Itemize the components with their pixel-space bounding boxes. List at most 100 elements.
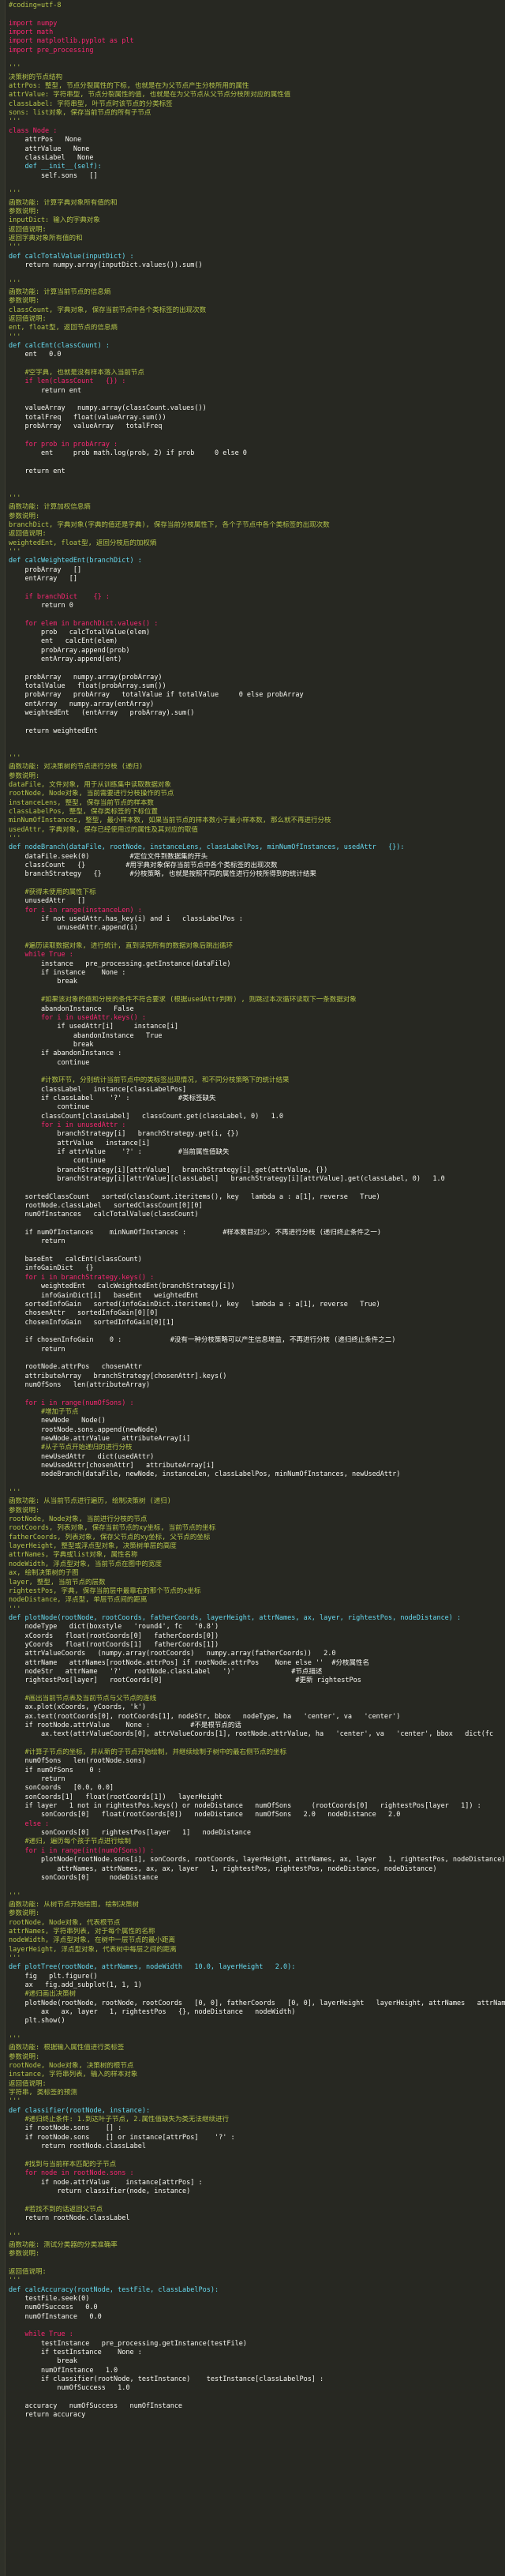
code-line[interactable]: if classifier(rootNode, testInstance) te… bbox=[9, 2375, 505, 2384]
code-line[interactable]: while True : bbox=[9, 951, 505, 959]
code-line[interactable]: probArray.append(prob) bbox=[9, 647, 505, 655]
code-line[interactable]: break bbox=[9, 2357, 505, 2366]
code-line[interactable]: nodeWidth, 浮点型对象, 在树中一层节点的最小距离 bbox=[9, 1936, 505, 1945]
code-line[interactable]: #增加子节点 bbox=[9, 1408, 505, 1417]
code-line[interactable]: ''' bbox=[9, 2097, 505, 2106]
code-line[interactable]: plotNode(rootNode, rootNode, rootCoords … bbox=[9, 2000, 505, 2008]
code-line[interactable]: numOfInstance 0.0 bbox=[9, 2313, 505, 2322]
code-line[interactable]: newUsedAttr[chosenAttr] attributeArray[i… bbox=[9, 1462, 505, 1470]
code-line[interactable]: newNode.attrValue attributeArray[i] bbox=[9, 1435, 505, 1444]
code-line[interactable]: sonCoords[0] float(rootCoords[0]) nodeDi… bbox=[9, 1811, 505, 1819]
code-line[interactable]: nodeType dict(boxstyle 'round4', fc '0.8… bbox=[9, 1623, 505, 1632]
code-line[interactable]: ax.text(attrValueCoords[0], attrValueCoo… bbox=[9, 1730, 505, 1739]
code-line[interactable]: attrNames, 字典或list对象, 属性名称 bbox=[9, 1551, 505, 1560]
code-line[interactable] bbox=[9, 1327, 505, 1336]
code-line[interactable]: for i in range(int(numOfSons)) : bbox=[9, 1847, 505, 1856]
code-line[interactable]: nodeDistance, 浮点型, 单层节点间的距离 bbox=[9, 1596, 505, 1605]
code-line[interactable]: def plotNode(rootNode, rootCoords, fathe… bbox=[9, 1614, 505, 1623]
code-line[interactable]: 返回值说明: bbox=[9, 2268, 505, 2277]
code-line[interactable]: ''' bbox=[9, 243, 505, 252]
code-line[interactable] bbox=[9, 2196, 505, 2205]
code-line[interactable] bbox=[9, 2223, 505, 2232]
code-line[interactable] bbox=[9, 486, 505, 494]
code-line[interactable]: chosenAttr sortedInfoGain[0][0] bbox=[9, 1309, 505, 1318]
code-line[interactable] bbox=[9, 1883, 505, 1891]
code-line[interactable]: newUsedAttr dict(usedAttr) bbox=[9, 1453, 505, 1462]
code-line[interactable]: return numpy.array(inputDict.values()).s… bbox=[9, 261, 505, 270]
code-line[interactable]: classLabel None bbox=[9, 154, 505, 163]
code-line[interactable]: #递归, 遍历每个孩子节点进行绘制 bbox=[9, 1838, 505, 1846]
code-line[interactable]: prob calcTotalValue(elem) bbox=[9, 629, 505, 637]
code-line[interactable]: instance pre_processing.getInstance(data… bbox=[9, 960, 505, 969]
code-line[interactable]: layerHeight, 浮点型对象, 代表树中每层之间的距离 bbox=[9, 1946, 505, 1955]
code-line[interactable]: for i in usedAttr.keys() : bbox=[9, 1014, 505, 1023]
code-line[interactable]: abandonInstance True bbox=[9, 1032, 505, 1041]
code-line[interactable]: 函数功能: 从当前节点进行遍历, 绘制决策树 (递归) bbox=[9, 1497, 505, 1506]
code-line[interactable]: ax, 绘制决策树的子图 bbox=[9, 1569, 505, 1578]
code-line[interactable]: return ent bbox=[9, 468, 505, 476]
code-line[interactable]: return classifier(node, instance) bbox=[9, 2187, 505, 2196]
code-line[interactable]: return rootNode.classLabel bbox=[9, 2214, 505, 2223]
code-line[interactable]: ent prob math.log(prob, 2) if prob 0 els… bbox=[9, 449, 505, 458]
code-line[interactable] bbox=[9, 1220, 505, 1229]
code-line[interactable] bbox=[9, 1390, 505, 1399]
code-line[interactable]: newNode Node() bbox=[9, 1417, 505, 1425]
code-line[interactable]: numOfSuccess 1.0 bbox=[9, 2384, 505, 2393]
code-line[interactable]: for node in rootNode.sons : bbox=[9, 2169, 505, 2178]
code-line[interactable]: unusedAttr.append(i) bbox=[9, 924, 505, 933]
code-line[interactable]: ''' bbox=[9, 548, 505, 557]
code-line[interactable]: entArray numpy.array(entArray) bbox=[9, 700, 505, 709]
code-line[interactable]: probArray numpy.array(probArray) bbox=[9, 674, 505, 682]
code-line[interactable]: break bbox=[9, 1041, 505, 1050]
code-line[interactable]: instanceLens, 整型, 保存当前节点的样本数 bbox=[9, 799, 505, 808]
code-line[interactable]: 字符串, 类标签的预测 bbox=[9, 2089, 505, 2097]
code-line[interactable]: ent 0.0 bbox=[9, 351, 505, 359]
code-line[interactable]: 参数说明: bbox=[9, 1909, 505, 1918]
code-line[interactable]: class Node : bbox=[9, 127, 505, 136]
code-line[interactable] bbox=[9, 1247, 505, 1256]
code-line[interactable]: entArray [] bbox=[9, 575, 505, 584]
code-line[interactable]: import numpy bbox=[9, 20, 505, 28]
code-line[interactable] bbox=[9, 664, 505, 673]
code-line[interactable] bbox=[9, 1184, 505, 1192]
code-line[interactable]: probArray valueArray totalFreq bbox=[9, 422, 505, 431]
code-line[interactable]: if len(classCount {}) : bbox=[9, 377, 505, 386]
code-line[interactable]: #计算子节点的坐标, 并从新的子节点开始绘制, 并继续绘制子树中的最右侧节点的坐… bbox=[9, 1748, 505, 1757]
code-line[interactable]: def calcTotalValue(inputDict) : bbox=[9, 253, 505, 261]
code-line[interactable]: fig plt.figure() bbox=[9, 1973, 505, 1981]
code-line[interactable]: #找到与当前样本匹配的子节点 bbox=[9, 2161, 505, 2169]
code-line[interactable]: plotNode(rootNode.sons[i], sonCoords, ro… bbox=[9, 1856, 505, 1864]
code-line[interactable]: classCount, 字典对象, 保存当前节点中各个类标签的出现次数 bbox=[9, 306, 505, 315]
code-line[interactable]: usedAttr, 字典对象, 保存已经使用过的属性及其对应的取值 bbox=[9, 826, 505, 835]
code-line[interactable]: 返回值说明: bbox=[9, 226, 505, 235]
code-line[interactable]: classLabel instance[classLabelPos] bbox=[9, 1086, 505, 1095]
code-line[interactable]: weightedEnt calcWeightedEnt(branchStrate… bbox=[9, 1282, 505, 1291]
code-line[interactable] bbox=[9, 270, 505, 279]
code-line[interactable]: if node.attrValue instance[attrPos] : bbox=[9, 2179, 505, 2187]
code-line[interactable]: for i in branchStrategy.keys() : bbox=[9, 1274, 505, 1282]
code-line[interactable]: #递归终止条件: 1.到达叶子节点, 2.属性值缺失为类无法继续进行 bbox=[9, 2116, 505, 2124]
code-line[interactable]: classCount[classLabel] classCount.get(cl… bbox=[9, 1113, 505, 1121]
code-line[interactable]: break bbox=[9, 978, 505, 986]
code-line[interactable]: if branchDict {} : bbox=[9, 593, 505, 602]
code-line[interactable]: return weightedEnt bbox=[9, 727, 505, 736]
code-line[interactable]: attrPos None bbox=[9, 136, 505, 145]
code-line[interactable]: branchStrategy[i] branchStrategy.get(i, … bbox=[9, 1130, 505, 1139]
code-line[interactable]: ''' bbox=[9, 1605, 505, 1614]
code-line[interactable]: if layer 1 not in rightestPos.keys() or … bbox=[9, 1802, 505, 1811]
code-line[interactable]: while True : bbox=[9, 2330, 505, 2339]
code-line[interactable]: rootNode.attrPos chosenAttr bbox=[9, 1363, 505, 1372]
code-line[interactable]: return bbox=[9, 1775, 505, 1784]
code-line[interactable]: infoGainDict {} bbox=[9, 1264, 505, 1273]
code-line[interactable]: if abandonInstance : bbox=[9, 1050, 505, 1058]
code-line[interactable]: classLabelPos, 整型, 保存类标签的下标位置 bbox=[9, 808, 505, 817]
code-line[interactable]: rightestPos, 字典, 保存当前层中最靠右的那个节点的x坐标 bbox=[9, 1587, 505, 1596]
code-line[interactable] bbox=[9, 459, 505, 468]
code-line[interactable]: 函数功能: 从树节点开始绘图, 绘制决策树 bbox=[9, 1901, 505, 1909]
code-line[interactable] bbox=[9, 1686, 505, 1695]
code-line[interactable]: accuracy numOfSuccess numOfInstance bbox=[9, 2402, 505, 2411]
code-line[interactable]: attrName attrNames[rootNode.attrPos] if … bbox=[9, 1659, 505, 1668]
code-line[interactable]: def calcAccuracy(rootNode, testFile, cla… bbox=[9, 2286, 505, 2295]
code-line[interactable]: ax.text(rootCoords[0], rootCoords[1], no… bbox=[9, 1713, 505, 1722]
code-line[interactable]: probArray probArray totalValue if totalV… bbox=[9, 691, 505, 700]
